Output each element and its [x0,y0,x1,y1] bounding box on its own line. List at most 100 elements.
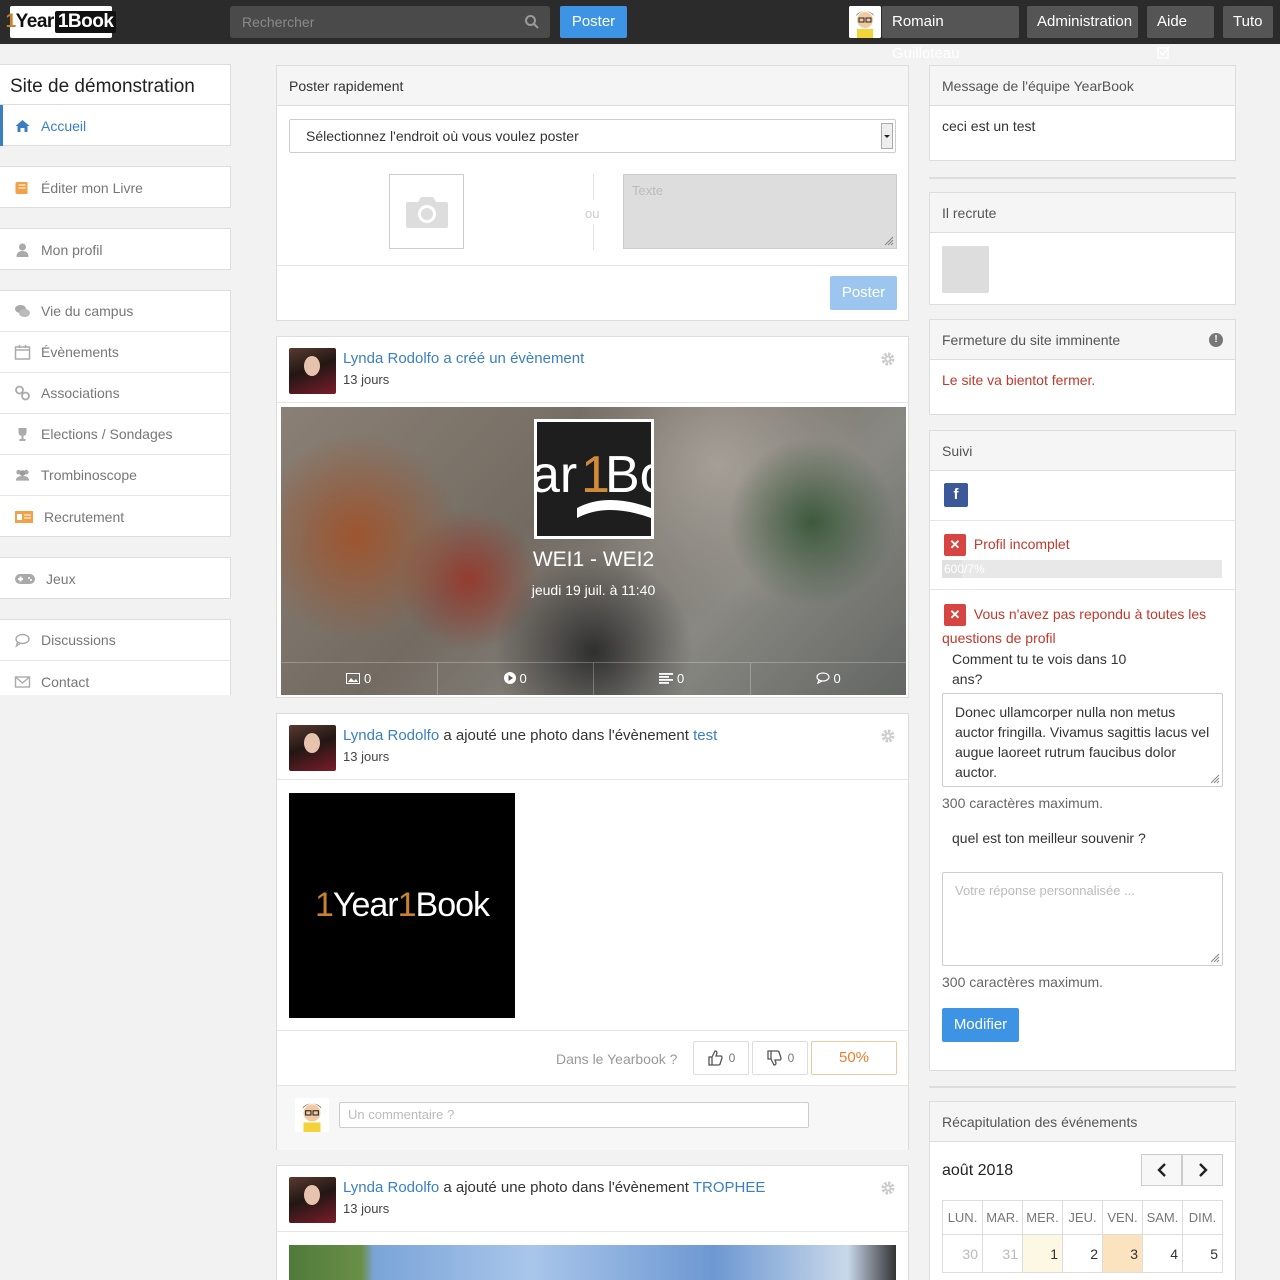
close-icon: ✕ [944,534,966,556]
user-avatar[interactable] [849,6,881,38]
user-menu-button[interactable]: Romain Guilloteau [882,6,1019,62]
calendar-day[interactable]: 31 [982,1234,1023,1273]
author-link[interactable]: Lynda Rodolfo [343,350,439,367]
author-avatar[interactable] [289,1177,336,1223]
tuto-button[interactable]: Tuto [1223,6,1273,38]
info-icon[interactable]: ! [1209,333,1223,347]
gear-icon[interactable] [880,1180,896,1196]
site-closing-message: Le site va bientot fermer. [942,372,1096,388]
photo-upload-button[interactable] [389,174,464,249]
resize-handle-icon[interactable] [884,236,894,246]
author-avatar[interactable] [289,725,336,771]
post-action-text: a ajouté une photo dans l'évènement [443,727,689,744]
comment-input[interactable]: Un commentaire ? [339,1102,809,1128]
calendar-next-button[interactable] [1182,1154,1223,1186]
recruiting-header: Il recrute [930,193,1235,233]
calendar-day[interactable]: 5 [1182,1234,1223,1273]
post-text-area[interactable]: Texte [623,174,897,249]
administration-button[interactable]: Administration [1027,6,1138,38]
sidebar-item-label: Discussions [41,632,116,648]
sidebar-item-elections[interactable]: Elections / Sondages [0,414,230,455]
calendar-day-today[interactable]: 3 [1102,1234,1143,1273]
sidebar-item-edit-book[interactable]: Éditer mon Livre [0,167,230,208]
event-action-link[interactable]: a créé un évènement [443,350,584,367]
answer-1-field[interactable]: Donec ullamcorper nulla non metus auctor… [942,693,1223,787]
sidebar-item-associations[interactable]: Associations [0,373,230,414]
sidebar-item-trombinoscope[interactable]: Trombinoscope [0,455,230,496]
sidebar-item-contact[interactable]: Contact [0,661,230,702]
modify-button[interactable]: Modifier [942,1008,1019,1042]
sidebar-item-recruitment[interactable]: Recrutement [0,496,230,537]
or-separator: ou [585,206,600,221]
post-photo[interactable]: 1 Year 1 Book [289,793,515,1018]
photos-count[interactable]: 0 [281,663,438,695]
sidebar-item-profile[interactable]: Mon profil [0,229,230,270]
help-button[interactable]: Aide [1147,6,1214,59]
sidebar-item-discussions[interactable]: Discussions [0,620,230,661]
event-link[interactable]: TROPHEE [693,1179,766,1196]
resize-handle-icon[interactable] [1210,953,1220,963]
event-link[interactable]: test [693,727,717,744]
post-photo[interactable] [289,1245,896,1280]
comment-placeholder: Un commentaire ? [348,1107,455,1122]
post-location-select[interactable]: Sélectionnez l'endroit où vous voulez po… [289,119,896,153]
resize-handle-icon[interactable] [1210,774,1220,784]
search-icon[interactable] [524,14,540,30]
calendar-day[interactable]: 2 [1062,1234,1103,1273]
photo-logo-one: 1 [314,886,334,924]
select-arrow-icon[interactable] [881,123,893,149]
svg-text:ar: ar [537,446,577,504]
sidebar-item-campus-life[interactable]: Vie du campus [0,291,230,332]
weekday-header: LUN. [942,1200,983,1235]
sidebar-item-label: Éditer mon Livre [41,179,143,196]
profile-incomplete-alert: ✕ Profil incomplet [944,534,1070,556]
list-icon [659,673,674,684]
weekday-header: JEU. [1062,1200,1103,1235]
calendar-day[interactable]: 4 [1142,1234,1183,1273]
sidebar-item-label: Trombinoscope [41,467,137,483]
site-closing-title: Fermeture du site imminente [942,332,1121,348]
answer-2-placeholder: Votre réponse personnalisée ... [955,883,1135,898]
calendar-prev-button[interactable] [1141,1154,1182,1186]
answer-2-field[interactable]: Votre réponse personnalisée ... [942,872,1223,966]
calendar-day[interactable]: 30 [942,1234,983,1273]
gear-icon[interactable] [880,728,896,744]
question-2-label: quel est ton meilleur souvenir ? [952,830,1146,846]
post-button[interactable]: Poster [560,6,627,38]
weekday-header: MAR. [982,1200,1023,1235]
sidebar-item-games[interactable]: Jeux [0,558,230,599]
divider [930,520,1235,521]
search-input[interactable]: Rechercher [230,6,550,38]
post-time: 13 jours [343,372,390,387]
gamepad-icon [15,573,35,584]
posts-count[interactable]: 0 [594,663,751,695]
logo-book: 1Book [54,11,117,33]
post-title: Lynda Rodolfo a ajouté une photo dans l'… [343,1179,765,1196]
calendar-day[interactable]: 1 [1022,1234,1063,1273]
comment-row: Un commentaire ? [277,1086,908,1150]
author-link[interactable]: Lynda Rodolfo [343,727,439,744]
company-logo[interactable] [942,246,989,293]
submit-post-button[interactable]: Poster [830,276,897,310]
yearbook-percent[interactable]: 50% [811,1041,897,1075]
divider [930,589,1235,590]
dislike-button[interactable]: 0 [752,1041,808,1075]
sidebar-item-accueil[interactable]: Accueil [0,105,230,146]
sidebar-item-label: Recrutement [44,508,125,525]
site-closing-panel: Fermeture du site imminente ! Le site va… [929,319,1236,415]
vote-row: Dans le Yearbook ? 0 0 50% [277,1030,908,1086]
like-button[interactable]: 0 [693,1041,749,1075]
videos-count[interactable]: 0 [438,663,594,695]
yearbook-logo[interactable]: 1 Year 1Book [6,6,117,38]
panel-divider [929,177,1236,179]
author-link[interactable]: Lynda Rodolfo [343,1179,439,1196]
quick-post-header: Poster rapidement [277,66,908,106]
profile-progress-bar: 600/7% [942,560,1222,578]
envelope-icon [14,675,31,688]
sidebar-item-events[interactable]: Évènements [0,332,230,373]
gear-icon[interactable] [880,351,896,367]
event-cover-image[interactable]: ar1Bo WEI1 - WEI2 jeudi 19 juil. à 11:40… [281,407,906,695]
author-avatar[interactable] [289,348,336,394]
comments-count[interactable]: 0 [751,663,907,695]
facebook-icon[interactable]: f [944,483,968,507]
